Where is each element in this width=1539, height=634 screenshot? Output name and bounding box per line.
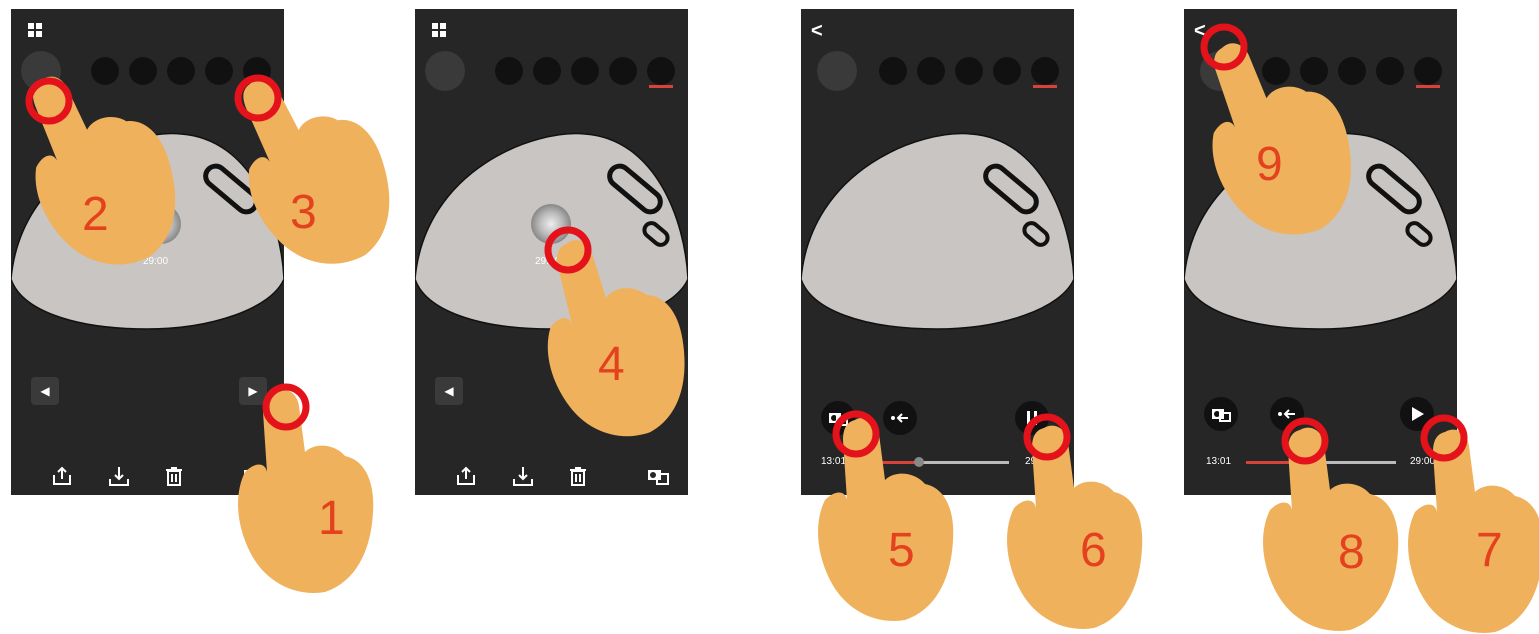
end-time: 29:00 (1410, 456, 1436, 467)
bottom-toolbar (11, 457, 284, 495)
step-number: 1 (318, 492, 345, 545)
dual-mode-button[interactable] (533, 57, 561, 85)
prev-button[interactable]: ◀ (435, 377, 463, 405)
pause-icon (1027, 411, 1037, 425)
trash-icon[interactable] (567, 465, 589, 487)
seek-handle[interactable] (914, 457, 924, 467)
share-icon[interactable] (51, 465, 73, 487)
phone-screen-1: 29:00 ◀ ▶ (11, 9, 284, 495)
trash-icon[interactable] (163, 465, 185, 487)
rewind-button[interactable] (1270, 397, 1304, 431)
play-icon (1412, 407, 1424, 421)
step-number: 7 (1476, 524, 1503, 577)
share-icon[interactable] (455, 465, 477, 487)
panorama-mode-button[interactable] (495, 57, 523, 85)
cylinder-mode-button[interactable] (955, 57, 983, 85)
cylinder-mode-button[interactable] (571, 57, 599, 85)
end-time: 29:00 (1025, 456, 1051, 467)
prev-button[interactable]: ◀ (31, 377, 59, 405)
panorama-mode-button[interactable] (91, 57, 119, 85)
camera-icon (829, 413, 848, 426)
current-time: 13:01 (1206, 456, 1232, 467)
screenshot-button[interactable] (821, 401, 855, 435)
bowl-mode-button[interactable] (205, 57, 233, 85)
current-time: 13:01 (821, 456, 847, 467)
rewind-icon (1278, 409, 1295, 419)
camera-switch-icon[interactable] (647, 465, 669, 487)
back-icon[interactable]: < (811, 21, 823, 41)
dual-mode-button[interactable] (917, 57, 945, 85)
phone-screen-4: < 13:01 29:00 (1184, 9, 1457, 495)
play-disc[interactable] (531, 204, 571, 244)
fisheye-mode-button[interactable] (817, 51, 857, 91)
fisheye-mode-button[interactable] (1200, 51, 1240, 91)
play-button[interactable] (1400, 397, 1434, 431)
pause-button[interactable] (1015, 401, 1049, 435)
bottom-toolbar (415, 457, 688, 495)
dual-mode-button[interactable] (129, 57, 157, 85)
next-button[interactable]: ▶ (239, 377, 267, 405)
dome-view[interactable] (1184, 129, 1457, 349)
seek-progress (1246, 461, 1306, 464)
download-icon[interactable] (108, 465, 130, 487)
download-icon[interactable] (512, 465, 534, 487)
panorama-mode-button[interactable] (879, 57, 907, 85)
phone-screen-2: 29:00 ◀ (415, 9, 688, 495)
duration-label: 29:00 (535, 256, 561, 267)
dome-view[interactable] (801, 129, 1074, 349)
camera-switch-icon[interactable] (243, 465, 265, 487)
phone-screen-3: < 13:01 29:00 (801, 9, 1074, 495)
back-icon[interactable]: < (1194, 21, 1206, 41)
cylinder-mode-button[interactable] (1338, 57, 1366, 85)
screenshot-button[interactable] (1204, 397, 1238, 431)
duration-label: 29:00 (143, 256, 169, 267)
grid-icon[interactable] (28, 23, 42, 37)
panorama-mode-button[interactable] (1262, 57, 1290, 85)
bowl-mode-button[interactable] (1376, 57, 1404, 85)
camera-icon (1212, 409, 1231, 422)
active-mode-underline (649, 85, 673, 88)
active-mode-underline (1033, 85, 1057, 88)
grid-icon[interactable] (432, 23, 446, 37)
dome-mode-button[interactable] (647, 57, 675, 85)
step-number: 8 (1338, 526, 1365, 579)
dome-mode-button[interactable] (1414, 57, 1442, 85)
cylinder-mode-button[interactable] (167, 57, 195, 85)
bowl-mode-button[interactable] (993, 57, 1021, 85)
seek-progress (859, 461, 919, 464)
play-disc[interactable] (141, 204, 181, 244)
active-mode-underline (1416, 85, 1440, 88)
dual-mode-button[interactable] (1300, 57, 1328, 85)
dome-mode-button[interactable] (1031, 57, 1059, 85)
bowl-mode-button[interactable] (609, 57, 637, 85)
step-number: 5 (888, 524, 915, 577)
step-number: 3 (290, 186, 317, 239)
fisheye-mode-button[interactable] (425, 51, 465, 91)
fisheye-mode-button[interactable] (21, 51, 61, 91)
rewind-button[interactable] (883, 401, 917, 435)
dome-mode-button[interactable] (243, 57, 271, 85)
rewind-icon (891, 413, 908, 423)
step-number: 6 (1080, 524, 1107, 577)
